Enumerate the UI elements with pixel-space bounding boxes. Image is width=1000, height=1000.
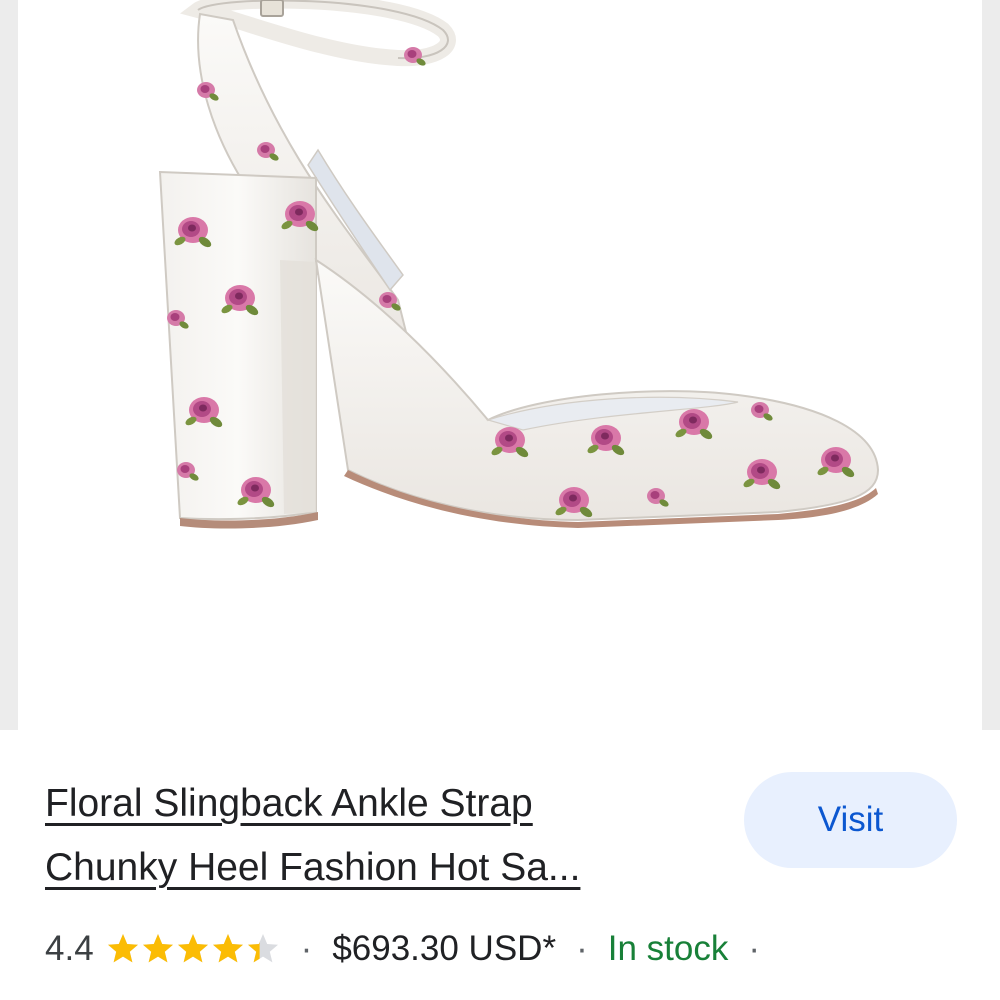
star-icon — [177, 934, 208, 963]
rating-stars — [106, 932, 281, 966]
price: $693.30 USD* — [332, 929, 557, 968]
product-title-line-2: Chunky Heel Fashion Hot Sa... — [45, 846, 581, 889]
availability-status: In stock — [607, 929, 729, 968]
star-icon — [107, 934, 138, 963]
product-title-link[interactable]: Floral Slingback Ankle Strap Chunky Heel… — [45, 772, 705, 900]
rating-value: 4.4 — [45, 929, 94, 968]
separator-dot: · — [576, 929, 588, 968]
star-icon — [247, 934, 278, 963]
visit-button[interactable]: Visit — [744, 772, 957, 868]
product-meta-row: 4.4 · $693.30 USD* · In stock · — [45, 922, 780, 976]
right-gutter — [982, 0, 1000, 730]
separator-dot: · — [748, 929, 760, 968]
separator-dot: · — [300, 929, 313, 968]
star-icon — [212, 934, 243, 963]
star-icon — [142, 934, 173, 963]
product-image[interactable] — [18, 0, 982, 730]
product-title-line-1: Floral Slingback Ankle Strap — [45, 782, 533, 825]
left-gutter — [0, 0, 18, 730]
shoe-illustration — [158, 0, 880, 529]
